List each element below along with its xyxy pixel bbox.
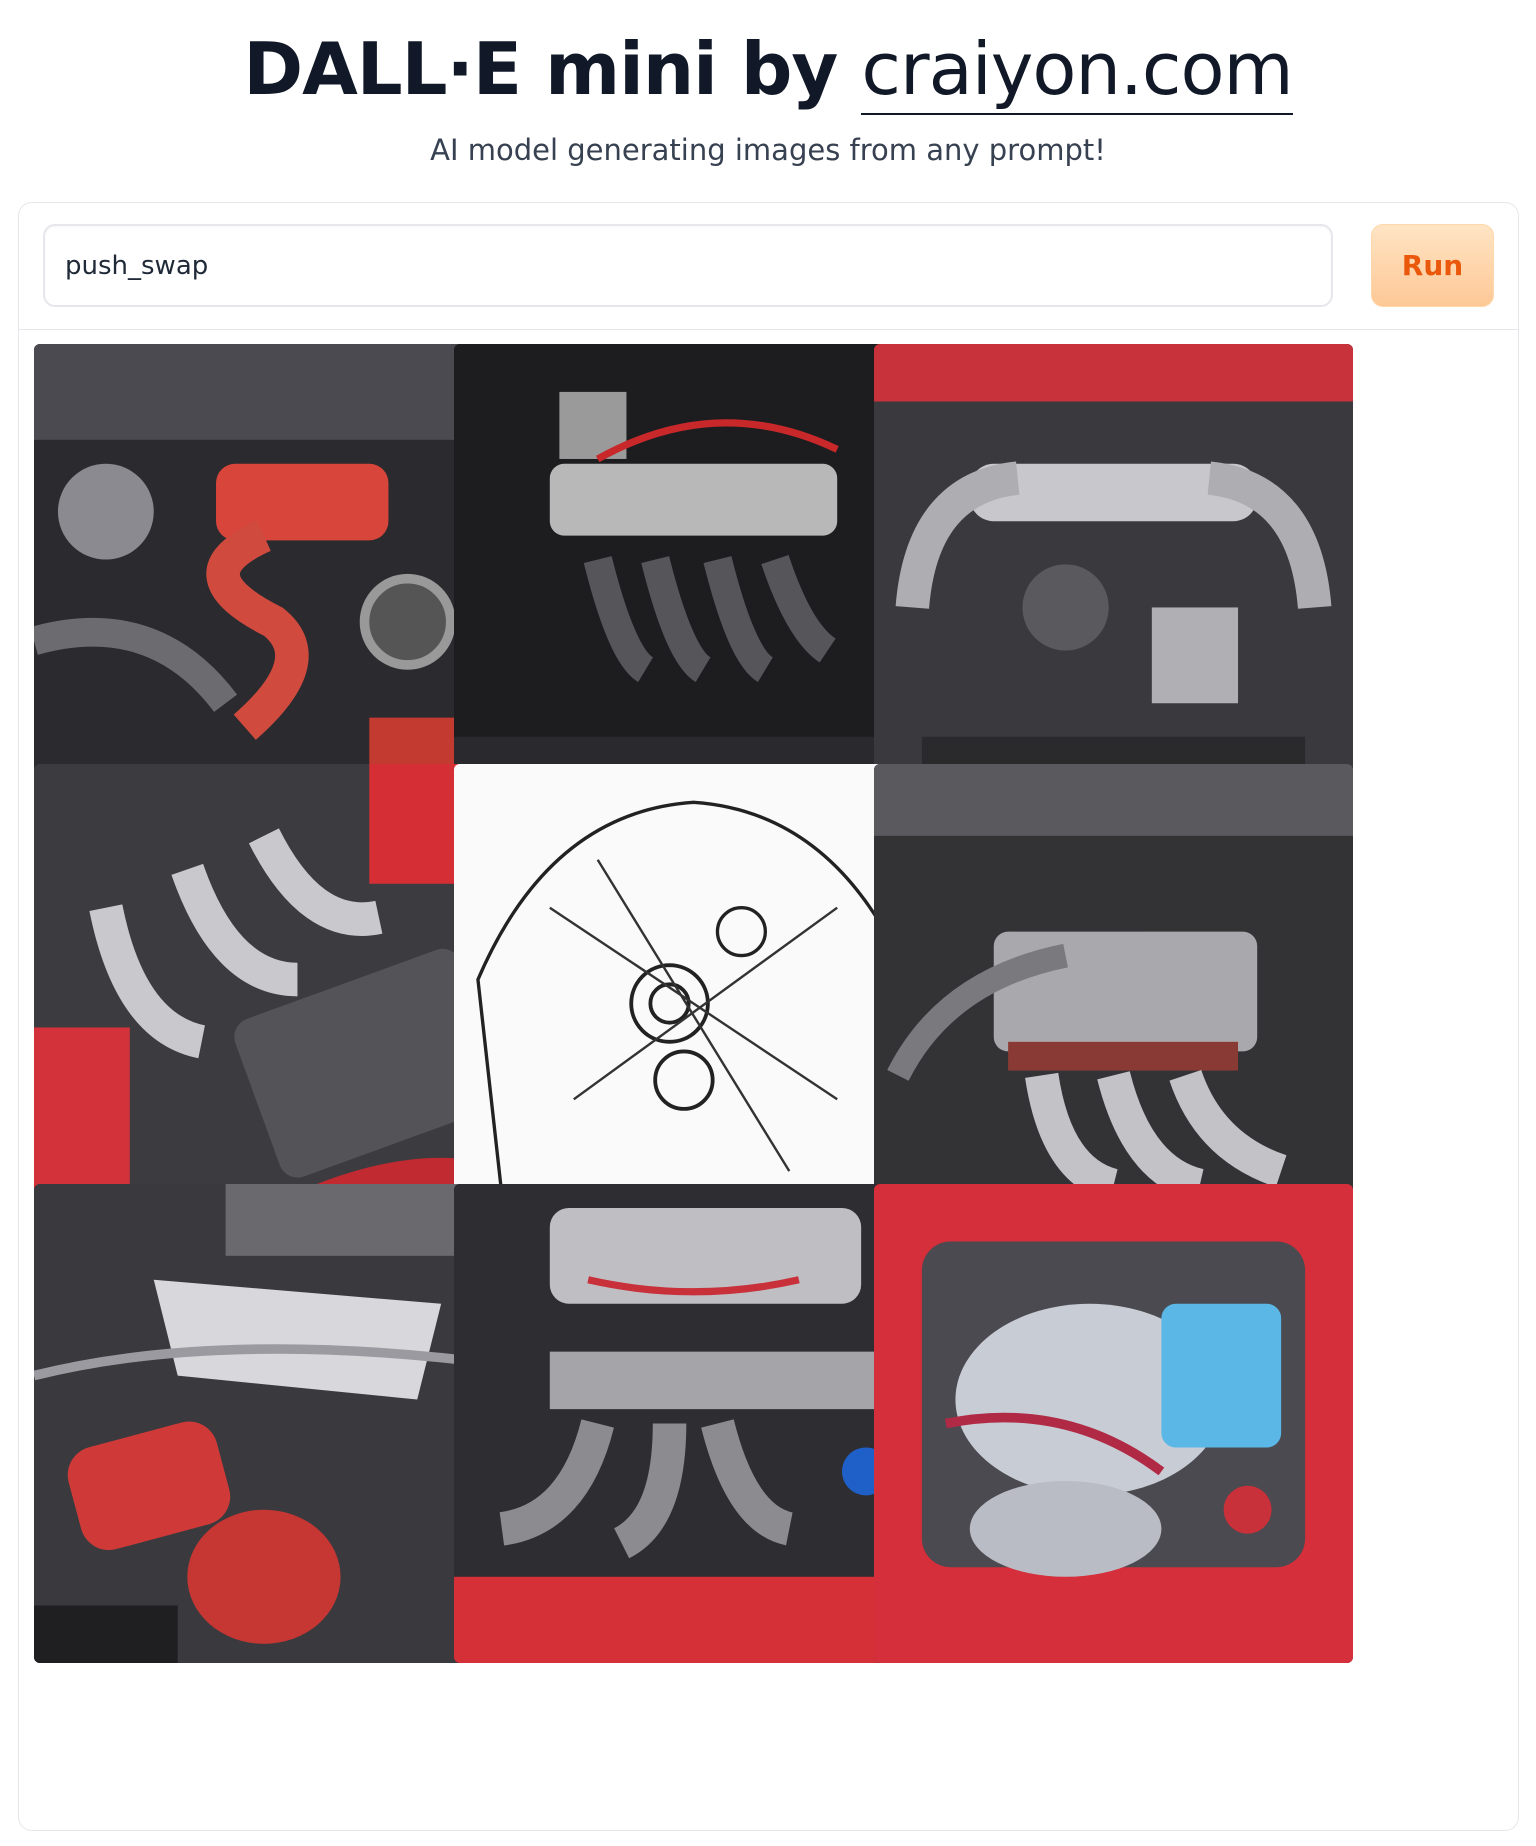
engine-image [874,344,1353,823]
result-image-4[interactable] [34,764,513,1243]
engine-image [874,764,1353,1243]
prompt-bar: Run [19,203,1518,330]
engine-image [454,344,933,823]
engine-image [454,1184,933,1663]
generator-panel: Run [18,202,1519,1831]
prompt-input[interactable] [43,224,1333,307]
result-image-8[interactable] [454,1184,933,1663]
result-image-6[interactable] [874,764,1353,1243]
result-image-5[interactable] [454,764,933,1243]
run-button[interactable]: Run [1371,224,1494,307]
result-image-3[interactable] [874,344,1353,823]
title-text: DALL·E mini by [243,27,862,111]
result-image-7[interactable] [34,1184,513,1663]
result-image-1[interactable] [34,344,513,823]
engine-image [34,1184,513,1663]
engine-image [874,1184,1353,1663]
engine-image [34,344,513,823]
craiyon-link[interactable]: craiyon.com [861,27,1294,115]
result-image-2[interactable] [454,344,933,823]
page-title: DALL·E mini by craiyon.com [0,26,1536,115]
engine-image [34,764,513,1243]
engine-sketch-image [454,764,933,1243]
result-image-9[interactable] [874,1184,1353,1663]
header: DALL·E mini by craiyon.com AI model gene… [0,0,1536,200]
subtitle: AI model generating images from any prom… [430,133,1106,167]
